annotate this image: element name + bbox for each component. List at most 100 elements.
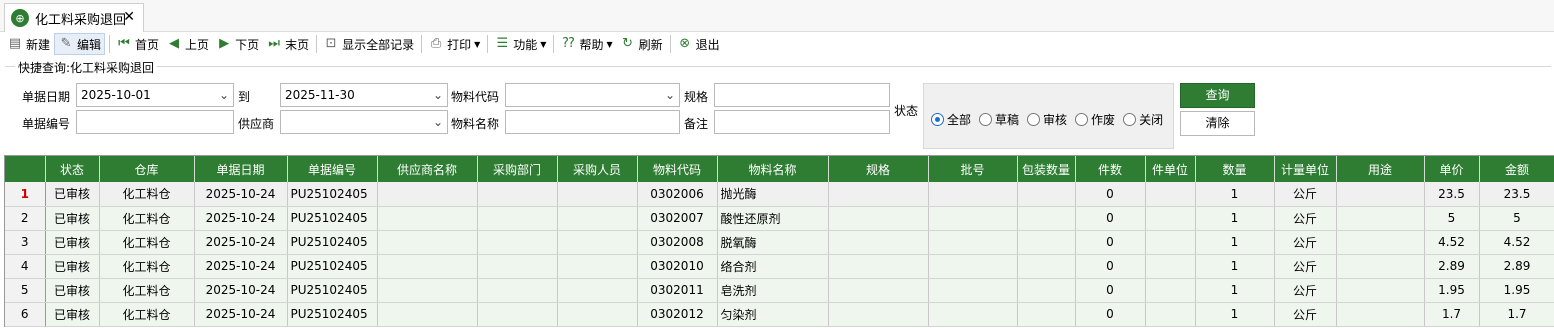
tab-document[interactable]: ⊕ 化工料采购退回 ✕ [4,3,144,32]
chevron-down-icon[interactable]: ⌄ [433,111,443,133]
column-header[interactable]: 规格 [828,156,929,182]
table-cell[interactable]: 化工料仓 [99,182,195,207]
clear-button[interactable]: 清除 [1180,111,1255,136]
table-cell[interactable] [377,302,478,327]
prev-page-button[interactable]: ◀ 上页 [163,33,212,55]
chevron-down-icon[interactable]: ⌄ [433,84,443,106]
table-cell[interactable] [1145,182,1196,207]
column-header[interactable]: 供应商名称 [377,156,478,182]
column-header[interactable]: 物料代码 [637,156,718,182]
table-cell[interactable]: 0 [1075,254,1146,279]
column-header[interactable]: 仓库 [99,156,195,182]
table-cell[interactable]: 1 [1195,254,1275,279]
table-cell[interactable] [377,182,478,207]
column-header[interactable]: 用途 [1336,156,1425,182]
table-cell[interactable]: 2.89 [1479,254,1554,279]
table-cell[interactable]: 公斤 [1274,278,1337,303]
material-name-field[interactable] [505,110,680,134]
column-header[interactable]: 计量单位 [1274,156,1337,182]
table-cell[interactable]: 已审核 [45,206,100,231]
column-header[interactable]: 单价 [1424,156,1480,182]
table-cell[interactable]: 已审核 [45,302,100,327]
table-cell[interactable]: 2025-10-24 [194,254,288,279]
status-radio-closed[interactable]: 关闭 [1123,111,1163,128]
table-cell[interactable] [1017,302,1076,327]
column-header[interactable]: 金额 [1479,156,1554,182]
table-cell[interactable]: 2.89 [1424,254,1480,279]
table-cell[interactable]: 2025-10-24 [194,182,288,207]
table-cell[interactable]: 23.5 [1479,182,1554,207]
table-cell[interactable]: 皂洗剂 [717,278,829,303]
table-cell[interactable] [928,302,1018,327]
first-page-button[interactable]: ⏮ 首页 [113,33,162,55]
remark-field[interactable] [714,110,890,134]
date-to-field[interactable]: 2025-11-30 ⌄ [280,83,448,107]
chevron-down-icon[interactable]: ⌄ [219,84,229,106]
table-cell[interactable]: PU25102405 [287,206,378,231]
table-cell[interactable] [477,206,558,231]
table-cell[interactable]: 公斤 [1274,230,1337,255]
help-button[interactable]: ⁇ 帮助 ▼ [557,33,615,55]
table-cell[interactable]: 已审核 [45,182,100,207]
table-cell[interactable]: 公斤 [1274,206,1337,231]
table-cell[interactable]: 0302007 [637,206,718,231]
edit-button[interactable]: ✎ 编辑 [54,33,106,55]
table-cell[interactable]: 酸性还原剂 [717,206,829,231]
row-number-cell[interactable]: 5 [5,278,46,303]
table-cell[interactable]: 0302010 [637,254,718,279]
table-cell[interactable]: 化工料仓 [99,278,195,303]
table-cell[interactable]: 络合剂 [717,254,829,279]
query-button[interactable]: 查询 [1180,83,1255,108]
table-cell[interactable]: 1 [1195,302,1275,327]
table-cell[interactable]: 化工料仓 [99,254,195,279]
table-cell[interactable] [377,230,478,255]
radio-icon[interactable] [1123,113,1137,126]
table-cell[interactable]: 0 [1075,230,1146,255]
status-radio-approved[interactable]: 审核 [1027,111,1067,128]
table-cell[interactable] [557,182,638,207]
row-number-cell[interactable]: 3 [5,230,46,255]
material-code-field[interactable]: ⌄ [505,83,680,107]
table-cell[interactable]: 抛光酶 [717,182,829,207]
table-cell[interactable]: 化工料仓 [99,230,195,255]
table-cell[interactable]: 1.95 [1424,278,1480,303]
table-cell[interactable]: 匀染剂 [717,302,829,327]
table-cell[interactable] [1145,254,1196,279]
table-cell[interactable] [557,230,638,255]
table-cell[interactable] [1336,254,1425,279]
table-cell[interactable]: 0302012 [637,302,718,327]
table-cell[interactable]: 0302006 [637,182,718,207]
radio-icon[interactable] [979,113,993,126]
row-number-header[interactable] [5,156,46,182]
column-header[interactable]: 物料名称 [717,156,829,182]
table-cell[interactable] [477,302,558,327]
docno-field[interactable] [76,110,234,134]
table-cell[interactable] [1145,302,1196,327]
close-icon[interactable]: ✕ [123,9,135,25]
row-number-cell[interactable]: 1 [5,182,46,207]
table-cell[interactable]: PU25102405 [287,254,378,279]
table-cell[interactable]: 0 [1075,206,1146,231]
table-cell[interactable]: 0 [1075,278,1146,303]
table-cell[interactable] [828,230,929,255]
table-cell[interactable] [828,182,929,207]
row-number-cell[interactable]: 6 [5,302,46,327]
table-cell[interactable] [928,182,1018,207]
table-cell[interactable]: 1.7 [1479,302,1554,327]
table-cell[interactable]: 1.95 [1479,278,1554,303]
table-cell[interactable] [928,206,1018,231]
radio-icon[interactable] [1075,113,1089,126]
table-cell[interactable]: 2025-10-24 [194,278,288,303]
column-header[interactable]: 批号 [928,156,1018,182]
table-cell[interactable] [928,254,1018,279]
column-header[interactable]: 采购部门 [477,156,558,182]
refresh-button[interactable]: ↻ 刷新 [617,33,666,55]
table-cell[interactable]: 1 [1195,278,1275,303]
column-header[interactable]: 件数 [1075,156,1146,182]
table-cell[interactable]: 0 [1075,182,1146,207]
table-cell[interactable] [1145,230,1196,255]
column-header[interactable]: 单据日期 [194,156,288,182]
table-cell[interactable] [477,278,558,303]
table-cell[interactable] [1336,206,1425,231]
supplier-field[interactable]: ⌄ [280,110,448,134]
